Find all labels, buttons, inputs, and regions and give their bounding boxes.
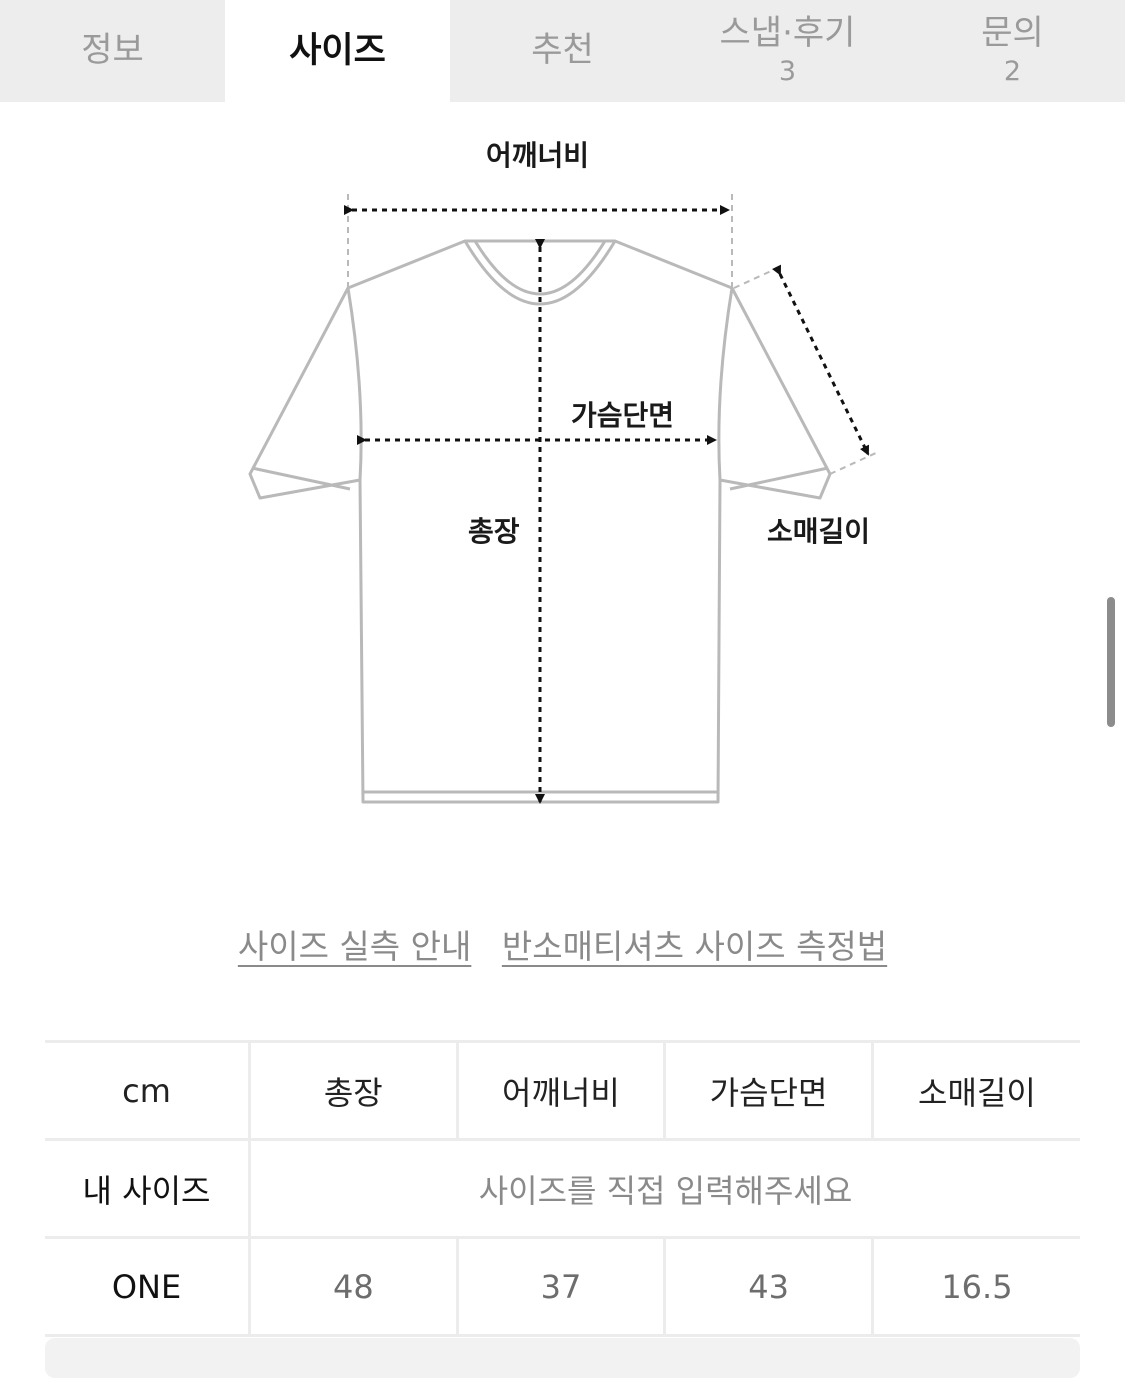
table-header-row: cm 총장 어깨너비 가슴단면 소매길이 bbox=[45, 1040, 1080, 1140]
header-cell-sleeve: 소매길이 bbox=[870, 1040, 1080, 1140]
sleeve-arrow bbox=[771, 264, 870, 456]
size-guide-link[interactable]: 사이즈 실측 안내 bbox=[238, 927, 472, 966]
size-links: 사이즈 실측 안내 반소매티셔츠 사이즈 측정법 bbox=[0, 920, 1125, 968]
tab-size-label: 사이즈 bbox=[289, 30, 386, 71]
my-size-input[interactable]: 사이즈를 직접 입력해주세요 bbox=[248, 1138, 1080, 1238]
tab-snap-review[interactable]: 스냅·후기 3 bbox=[675, 0, 900, 102]
tab-recommend[interactable]: 추천 bbox=[450, 0, 675, 102]
value-cell-sleeve: 16.5 bbox=[870, 1236, 1080, 1337]
tab-bar: 정보 사이즈 추천 스냅·후기 3 문의 2 bbox=[0, 0, 1125, 102]
bottom-panel bbox=[45, 1338, 1080, 1378]
tab-snap-review-count: 3 bbox=[778, 56, 797, 88]
size-name-cell: ONE bbox=[45, 1236, 250, 1337]
tshirt-diagram bbox=[248, 194, 879, 804]
size-table: cm 총장 어깨너비 가슴단면 소매길이 내 사이즈 사이즈를 직접 입력해주세… bbox=[45, 1040, 1080, 1337]
my-size-row: 내 사이즈 사이즈를 직접 입력해주세요 bbox=[45, 1138, 1080, 1238]
tab-size[interactable]: 사이즈 bbox=[225, 0, 450, 102]
value-cell-shoulder: 37 bbox=[455, 1236, 665, 1337]
size-diagram: 어깨너비 가슴단면 총장 소매길이 bbox=[0, 102, 1125, 862]
unit-cell: cm bbox=[45, 1040, 250, 1140]
scrollbar[interactable] bbox=[1107, 597, 1115, 727]
shoulder-label: 어깨너비 bbox=[486, 139, 590, 172]
header-cell-length: 총장 bbox=[248, 1040, 458, 1140]
tab-inquiry-count: 2 bbox=[1003, 56, 1022, 88]
tab-info[interactable]: 정보 bbox=[0, 0, 225, 102]
table-row: ONE 48 37 43 16.5 bbox=[45, 1236, 1080, 1337]
tab-recommend-label: 추천 bbox=[531, 30, 594, 71]
chest-label: 가슴단면 bbox=[571, 399, 675, 432]
tab-inquiry[interactable]: 문의 2 bbox=[900, 0, 1125, 102]
measure-method-link[interactable]: 반소매티셔츠 사이즈 측정법 bbox=[502, 927, 887, 966]
value-cell-length: 48 bbox=[248, 1236, 458, 1337]
my-size-label: 내 사이즈 bbox=[45, 1138, 250, 1238]
tab-info-label: 정보 bbox=[81, 30, 144, 71]
header-cell-shoulder: 어깨너비 bbox=[455, 1040, 665, 1140]
value-cell-chest: 43 bbox=[663, 1236, 873, 1337]
header-cell-chest: 가슴단면 bbox=[663, 1040, 873, 1140]
tab-inquiry-label: 문의 bbox=[981, 12, 1044, 53]
sleeve-label: 소매길이 bbox=[767, 515, 871, 548]
tab-snap-review-label: 스냅·후기 bbox=[719, 12, 856, 53]
length-label: 총장 bbox=[468, 515, 520, 548]
